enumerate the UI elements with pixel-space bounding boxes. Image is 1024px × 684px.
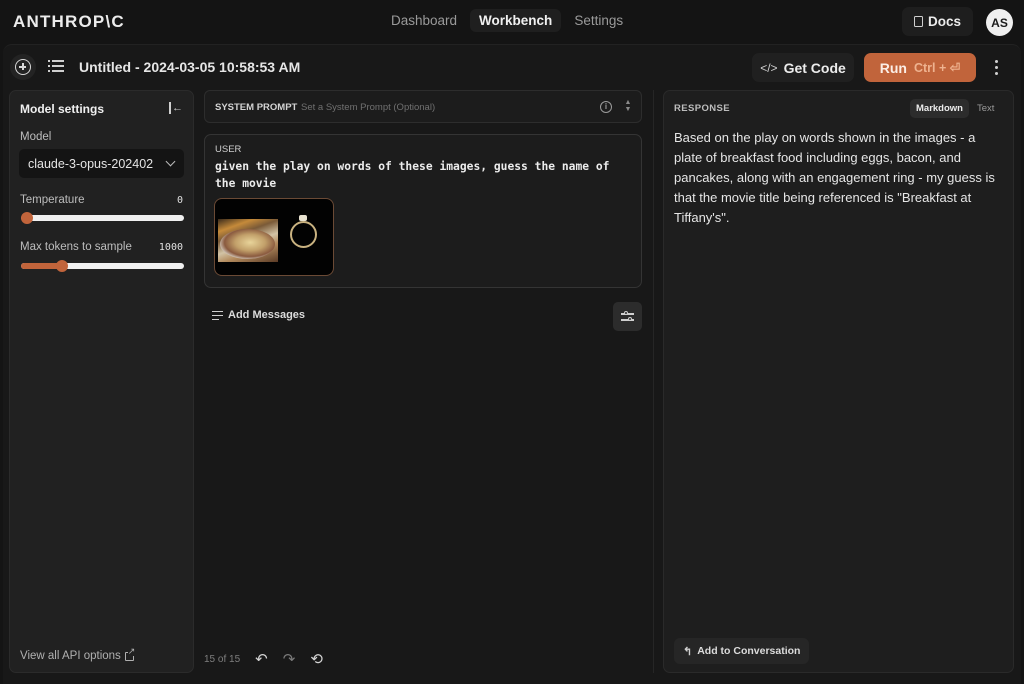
plus-circle-icon [15,59,31,75]
new-prompt-button[interactable] [10,54,36,80]
tab-settings[interactable]: Settings [565,9,632,32]
avatar[interactable]: AS [986,9,1013,36]
history-count: 15 of 15 [204,654,241,665]
prompt-title[interactable]: Untitled - 2024-03-05 10:58:53 AM [79,59,300,75]
add-to-conversation-label: Add to Conversation [697,645,801,657]
nav-tabs: Dashboard Workbench Settings [382,9,632,32]
collapse-sidebar-icon[interactable]: ← [169,101,183,115]
return-arrow-icon: ↰ [683,645,693,658]
view-api-options-link[interactable]: View all API options [20,646,136,662]
run-shortcut: Ctrl + ⏎ [913,61,961,75]
max-tokens-value: 1000 [158,242,183,253]
column-divider[interactable] [653,90,654,673]
format-tabs: Markdown Text [910,99,1000,118]
image-attachment[interactable] [214,198,334,276]
get-code-label: Get Code [783,59,846,76]
history-icon[interactable]: ⟲ [310,652,323,667]
run-label: Run [879,59,907,76]
system-prompt-field[interactable]: SYSTEM PROMPT Set a System Prompt (Optio… [204,90,642,123]
anthropic-logo[interactable]: ANTHROP\C [13,12,125,32]
api-options-label: View all API options [20,650,121,662]
breakfast-plate-image [218,219,278,262]
tab-markdown[interactable]: Markdown [910,99,969,118]
workbench-toolbar: Untitled - 2024-03-05 10:58:53 AM </> Ge… [3,45,1021,89]
temperature-slider-handle[interactable] [21,212,33,224]
response-panel: RESPONSE Markdown Text Based on the play… [663,90,1014,673]
get-code-button[interactable]: </> Get Code [752,53,854,82]
info-icon[interactable]: i [600,101,612,113]
add-messages-label: Add Messages [228,309,306,321]
chevron-down-icon [165,156,176,167]
redo-icon[interactable]: ↷ [283,652,296,667]
tab-dashboard[interactable]: Dashboard [382,9,466,32]
system-prompt-label: SYSTEM PROMPT [215,102,298,113]
prompt-list-button[interactable] [48,59,64,73]
response-text: Based on the play on words shown in the … [674,130,995,225]
add-list-icon [212,310,223,320]
model-settings-title: Model settings [20,102,105,116]
temperature-label: Temperature [20,194,85,206]
response-label: RESPONSE [674,103,730,114]
history-controls: 15 of 15 ↶ ↷ ⟲ [204,652,338,667]
external-link-icon [124,646,136,661]
docs-label: Docs [927,14,961,29]
tab-workbench[interactable]: Workbench [470,9,562,32]
message-settings-button[interactable] [613,302,642,331]
undo-icon[interactable]: ↶ [255,652,268,667]
list-icon [52,60,64,62]
more-options-icon[interactable] [993,59,999,75]
max-tokens-slider-handle[interactable] [55,260,68,272]
expand-collapse-icon[interactable]: ▲ ▼ [624,99,632,115]
model-settings-panel: Model settings ← Model claude-3-opus-202… [9,90,194,673]
top-nav: ANTHROP\C Dashboard Workbench Settings D… [0,0,1024,44]
user-message: USER given the play on words of these im… [204,134,642,288]
model-label: Model [20,131,52,143]
temperature-value: 0 [176,195,183,206]
add-messages-button[interactable]: Add Messages [212,309,305,321]
workbench: Untitled - 2024-03-05 10:58:53 AM </> Ge… [3,44,1021,684]
engagement-ring-image [290,221,317,248]
max-tokens-label: Max tokens to sample [20,241,132,253]
model-value: claude-3-opus-20240229 [28,156,153,171]
book-icon [913,16,923,27]
max-tokens-slider[interactable] [21,260,184,272]
user-message-text[interactable]: given the play on words of these images,… [215,159,630,192]
message-role-label: USER [215,144,242,155]
model-select[interactable]: claude-3-opus-20240229 [19,149,184,178]
add-to-conversation-button[interactable]: ↰ Add to Conversation [674,638,810,664]
system-prompt-placeholder: Set a System Prompt (Optional) [301,102,436,113]
tab-text[interactable]: Text [971,99,1000,118]
run-button[interactable]: Run Ctrl + ⏎ [864,53,976,82]
temperature-slider[interactable] [21,212,184,224]
code-icon: </> [760,60,778,75]
docs-button[interactable]: Docs [902,7,973,36]
